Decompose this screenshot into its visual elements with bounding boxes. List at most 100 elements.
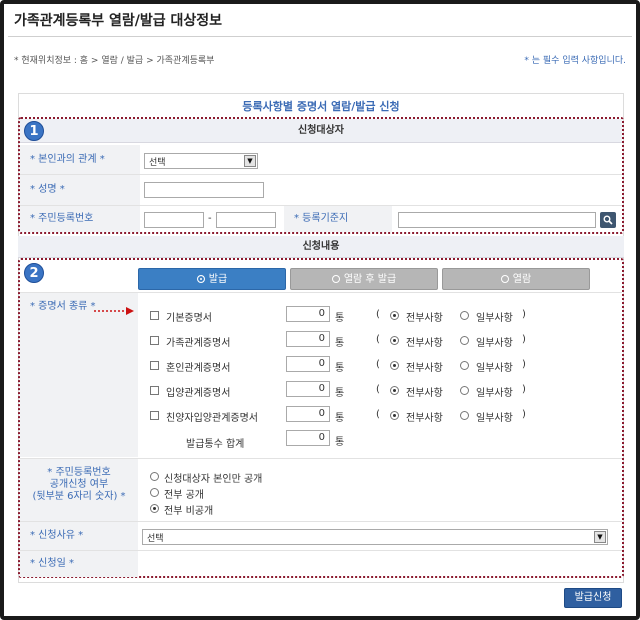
full-record-radio[interactable]	[390, 411, 399, 420]
disclose-none-label: 전부 비공개	[164, 506, 214, 517]
disclose-all-label: 전부 공개	[164, 490, 204, 501]
partial-record-label: 일부사항	[476, 313, 513, 324]
paren-close: )	[522, 334, 526, 345]
applicant-section-header: 신청대상자	[20, 119, 622, 143]
search-icon	[603, 215, 613, 225]
title-divider	[8, 36, 632, 37]
partial-record-radio[interactable]	[460, 336, 469, 345]
qty-unit: 통	[335, 338, 345, 349]
paren-open: (	[376, 309, 380, 320]
cert-name: 친양자입양관계증명서	[166, 413, 258, 424]
partial-record-label: 일부사항	[476, 388, 513, 399]
cert-qty-input[interactable]: 0	[286, 381, 330, 397]
cert-checkbox[interactable]	[150, 311, 159, 320]
partial-record-radio[interactable]	[460, 311, 469, 320]
applicant-section: 신청대상자 1 * 본인과의 관계 * 선택 ▼ * 성명 * * 주민등록번호…	[18, 117, 624, 234]
request-section-title: 신청내용	[302, 241, 340, 252]
full-record-radio[interactable]	[390, 336, 399, 345]
paren-open: (	[376, 359, 380, 370]
full-record-radio[interactable]	[390, 361, 399, 370]
radio-dot-icon	[196, 275, 205, 283]
applicant-section-title: 신청대상자	[298, 125, 344, 136]
full-record-label: 전부사항	[406, 363, 443, 374]
full-record-radio[interactable]	[390, 311, 399, 320]
cert-name: 입양관계증명서	[166, 388, 231, 399]
relation-select[interactable]: 선택 ▼	[144, 153, 258, 169]
qty-unit: 통	[335, 313, 345, 324]
full-record-label: 전부사항	[406, 313, 443, 324]
disclose-none-radio[interactable]	[150, 504, 159, 513]
relation-select-value: 선택	[149, 158, 166, 168]
reason-label: * 신청사유 *	[20, 522, 138, 550]
cert-name: 기본증명서	[166, 313, 212, 324]
partial-record-label: 일부사항	[476, 338, 513, 349]
qty-unit: 통	[335, 388, 345, 399]
name-label: * 성명 *	[20, 175, 140, 205]
full-record-label: 전부사항	[406, 338, 443, 349]
rrn-front-input[interactable]	[144, 212, 204, 228]
form-title: 등록사항별 증명서 열람/발급 신청	[242, 100, 400, 113]
name-input[interactable]	[144, 182, 264, 198]
step-2-badge: 2	[24, 263, 44, 283]
cert-qty-input[interactable]: 0	[286, 406, 330, 422]
cert-checkbox[interactable]	[150, 411, 159, 420]
cert-type-label: * 증명서 종류 *	[20, 293, 138, 457]
reason-select[interactable]: 선택 ▼	[142, 529, 608, 545]
cert-name: 혼인관계증명서	[166, 363, 231, 374]
radio-dot-icon	[331, 275, 340, 283]
step-1-badge: 1	[24, 121, 44, 141]
rrn-label: * 주민등록번호	[20, 206, 140, 232]
cert-qty-input[interactable]: 0	[286, 331, 330, 347]
reg-base-input[interactable]	[398, 212, 596, 228]
paren-open: (	[376, 334, 380, 345]
dropdown-arrow-icon: ▼	[594, 531, 606, 543]
reason-select-value: 선택	[147, 534, 164, 544]
paren-close: )	[522, 409, 526, 420]
paren-close: )	[522, 384, 526, 395]
request-section-header: 신청내용	[18, 236, 624, 258]
dropdown-arrow-icon: ▼	[244, 155, 256, 167]
breadcrumb: * 현재위치정보 : 홈 > 열람 / 발급 > 가족관계등록부	[14, 56, 215, 66]
cert-qty-input[interactable]: 0	[286, 356, 330, 372]
disclose-self-only-radio[interactable]	[150, 472, 159, 481]
partial-record-radio[interactable]	[460, 411, 469, 420]
date-label: * 신청일 *	[20, 551, 138, 577]
partial-record-radio[interactable]	[460, 361, 469, 370]
qty-unit: 통	[335, 413, 345, 424]
partial-record-label: 일부사항	[476, 413, 513, 424]
tab-view-then-issue[interactable]: 열람 후 발급	[290, 268, 438, 290]
disclose-self-only-label: 신청대상자 본인만 공개	[164, 474, 263, 485]
partial-record-radio[interactable]	[460, 386, 469, 395]
rrn-back-input[interactable]	[216, 212, 276, 228]
reg-base-label: * 등록기준지	[284, 206, 392, 232]
qty-unit: 통	[335, 437, 345, 448]
disclose-all-radio[interactable]	[150, 488, 159, 497]
submit-button[interactable]: 발급신청	[564, 588, 622, 608]
cert-checkbox[interactable]	[150, 386, 159, 395]
paren-close: )	[522, 309, 526, 320]
tab-issue[interactable]: 발급	[138, 268, 286, 290]
relation-label: * 본인과의 관계 *	[20, 145, 140, 174]
cert-name: 가족관계증명서	[166, 338, 231, 349]
radio-dot-icon	[500, 275, 509, 283]
rrn-disclosure-label: * 주민등록번호 공개신청 여부 (뒷부분 6자리 숫자) *	[20, 459, 138, 521]
page-title: 가족관계등록부 열람/발급 대상정보	[14, 13, 223, 29]
cert-checkbox[interactable]	[150, 336, 159, 345]
paren-open: (	[376, 409, 380, 420]
cert-checkbox[interactable]	[150, 361, 159, 370]
partial-record-label: 일부사항	[476, 363, 513, 374]
total-qty: 0	[286, 430, 330, 446]
row-divider	[20, 292, 622, 293]
full-record-radio[interactable]	[390, 386, 399, 395]
tab-view[interactable]: 열람	[442, 268, 590, 290]
annotation-arrow-icon	[94, 307, 134, 315]
search-button[interactable]	[600, 212, 616, 228]
full-record-label: 전부사항	[406, 388, 443, 399]
full-record-label: 전부사항	[406, 413, 443, 424]
required-note: * 는 필수 입력 사항입니다.	[524, 56, 626, 66]
total-label: 발급통수 합계	[186, 439, 245, 450]
cert-qty-input[interactable]: 0	[286, 306, 330, 322]
qty-unit: 통	[335, 363, 345, 374]
paren-close: )	[522, 359, 526, 370]
paren-open: (	[376, 384, 380, 395]
